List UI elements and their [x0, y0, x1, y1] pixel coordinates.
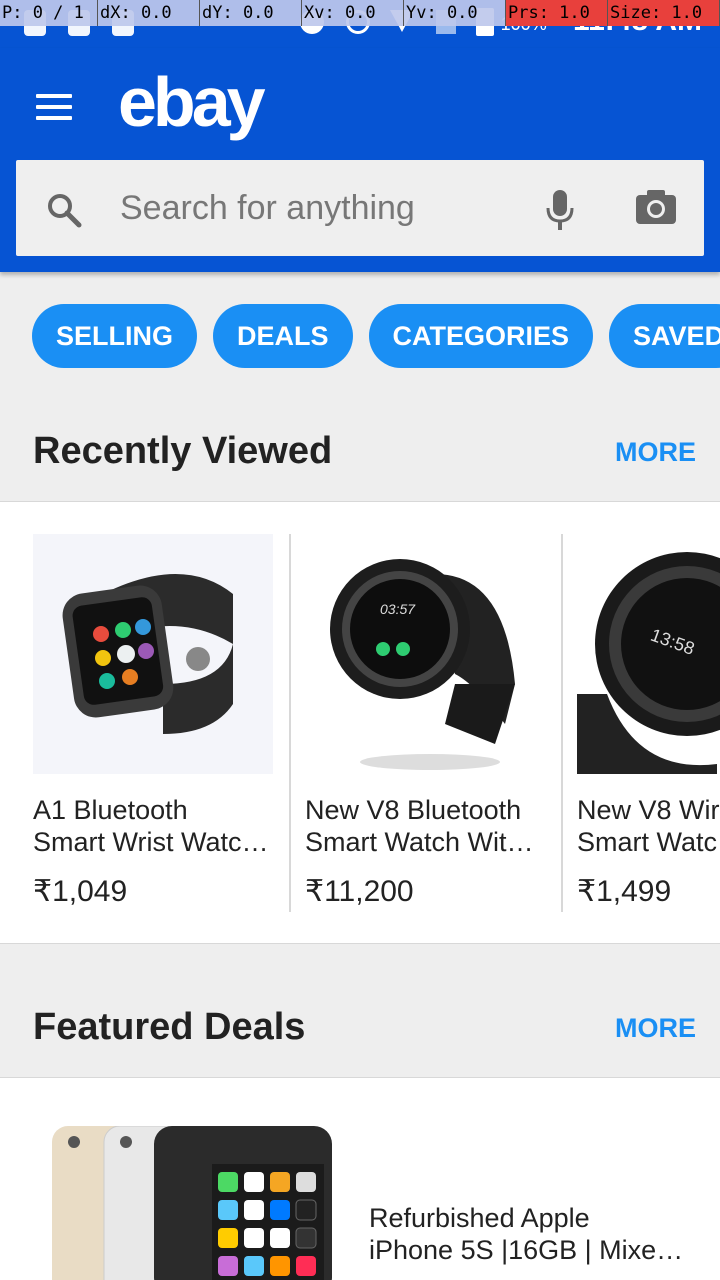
- recent-item-title-line2: Smart Wrist Watc…: [33, 827, 269, 857]
- microphone-icon[interactable]: [544, 188, 576, 232]
- smartwatch-image: [62, 574, 233, 734]
- overlay-dy: dY: 0.0: [200, 0, 302, 26]
- recent-item-title: New V8 Bluetooth: [305, 795, 522, 825]
- recent-item-card[interactable]: 03:57 New V8 Bluetooth Smart Watch Wit… …: [305, 534, 547, 909]
- search-icon: [48, 194, 82, 228]
- deal-title-line2: iPhone 5S |16GB | Mixe…: [369, 1235, 684, 1265]
- categories-chip[interactable]: CATEGORIES: [368, 304, 594, 368]
- overlay-size: Size: 1.0: [608, 0, 720, 26]
- recent-item-title-line2: Smart Watc: [577, 827, 718, 857]
- deals-chip[interactable]: DEALS: [213, 304, 353, 368]
- recent-item-price: ₹1,049: [33, 875, 128, 908]
- overlay-dx: dX: 0.0: [98, 0, 200, 26]
- recently-viewed-carousel: A1 Bluetooth Smart Wrist Watc… ₹1,049 03…: [0, 501, 720, 944]
- recent-item-title: A1 Bluetooth: [33, 795, 188, 825]
- recent-item-price: ₹1,499: [577, 875, 672, 908]
- smartwatch-image: 03:57: [330, 559, 515, 770]
- recent-item-title-line2: Smart Watch Wit…: [305, 827, 534, 857]
- recently-viewed-title: Recently Viewed: [33, 430, 333, 472]
- product-image: 03:57: [305, 534, 545, 774]
- recent-item-price: ₹11,200: [305, 875, 414, 908]
- featured-deals-title: Featured Deals: [33, 1006, 306, 1048]
- deal-title-line1: Refurbished Apple: [369, 1203, 590, 1233]
- deal-title[interactable]: Refurbished Apple iPhone 5S |16GB | Mixe…: [369, 1202, 699, 1266]
- overlay-xv: Xv: 0.0: [302, 0, 404, 26]
- pointer-debug-overlay: P: 0 / 1 dX: 0.0 dY: 0.0 Xv: 0.0 Yv: 0.0…: [0, 0, 720, 26]
- search-input[interactable]: [120, 184, 520, 232]
- ebay-logo[interactable]: ebay: [118, 62, 266, 142]
- overlay-pointer: P: 0 / 1: [0, 0, 98, 26]
- selling-chip[interactable]: SELLING: [32, 304, 198, 368]
- recent-item-title: New V8 Wir: [577, 795, 720, 825]
- recently-viewed-more-button[interactable]: MORE: [615, 437, 696, 468]
- card-divider: [289, 534, 291, 912]
- card-divider: [561, 534, 563, 912]
- product-image: [33, 534, 273, 774]
- featured-deals-list: Refurbished Apple iPhone 5S |16GB | Mixe…: [0, 1077, 720, 1280]
- camera-icon[interactable]: [634, 188, 678, 226]
- recent-item-card[interactable]: A1 Bluetooth Smart Wrist Watc… ₹1,049: [33, 534, 275, 909]
- quick-links: SELLING DEALS CATEGORIES SAVED: [32, 304, 720, 368]
- svg-text:03:57: 03:57: [380, 601, 416, 617]
- hamburger-menu-icon[interactable]: [36, 94, 76, 120]
- app-header: ebay: [0, 48, 720, 272]
- recent-item-card[interactable]: 13:58 New V8 Wir Smart Watc ₹1,499: [577, 534, 720, 909]
- iphone-image: [52, 1125, 332, 1280]
- smartwatch-image: 13:58: [577, 552, 720, 774]
- saved-chip[interactable]: SAVED: [609, 304, 720, 368]
- search-bar[interactable]: [16, 160, 704, 256]
- product-image: 13:58: [577, 534, 720, 774]
- overlay-yv: Yv: 0.0: [404, 0, 506, 26]
- overlay-pressure: Prs: 1.0: [506, 0, 608, 26]
- deal-product-image[interactable]: [52, 1125, 334, 1280]
- featured-deals-more-button[interactable]: MORE: [615, 1013, 696, 1044]
